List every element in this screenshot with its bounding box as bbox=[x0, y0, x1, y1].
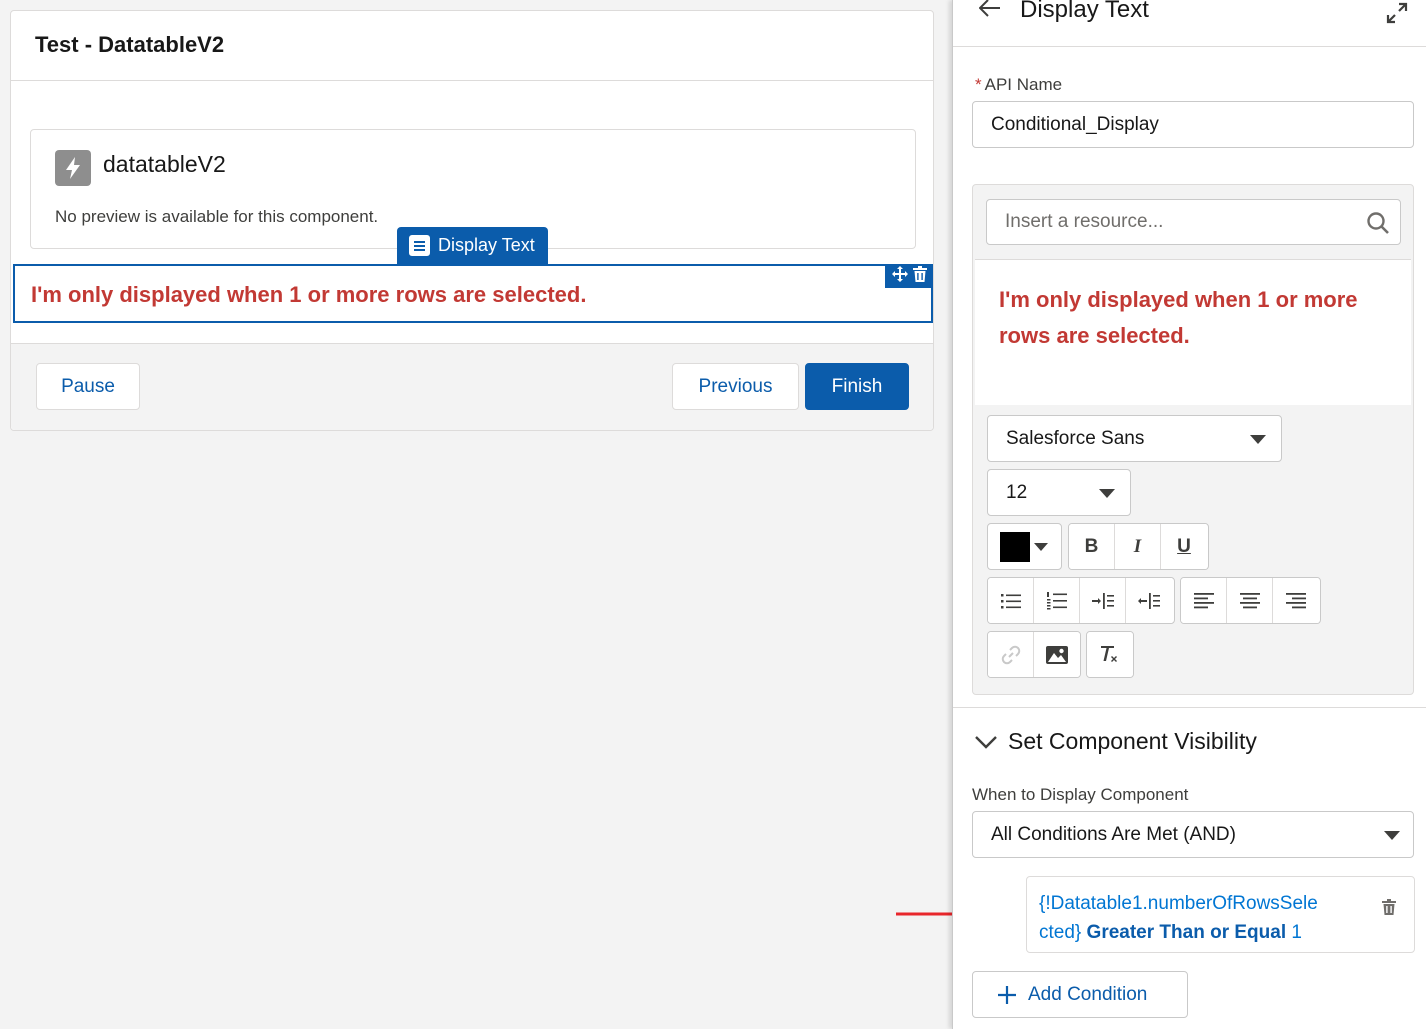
clear-format-group bbox=[1086, 631, 1134, 678]
panel-title: Display Text bbox=[1020, 0, 1149, 23]
chevron-down-icon bbox=[1384, 831, 1400, 840]
insert-resource-input[interactable]: Insert a resource... bbox=[986, 199, 1401, 245]
display-text-component[interactable]: I'm only displayed when 1 or more rows a… bbox=[13, 264, 933, 323]
display-text-content: I'm only displayed when 1 or more rows a… bbox=[31, 282, 587, 307]
component-preview-message: No preview is available for this compone… bbox=[55, 207, 379, 226]
numbered-list-icon[interactable] bbox=[1034, 578, 1080, 623]
alignment-group bbox=[1180, 577, 1321, 624]
section-divider bbox=[953, 707, 1426, 708]
plus-icon bbox=[998, 985, 1016, 1004]
rich-text-editor-content[interactable]: I'm only displayed when 1 or more rows a… bbox=[975, 259, 1411, 405]
condition-value: 1 bbox=[1291, 922, 1302, 943]
when-to-display-select[interactable]: All Conditions Are Met (AND) bbox=[972, 811, 1414, 858]
search-icon bbox=[1366, 211, 1390, 241]
chevron-down-icon bbox=[1250, 435, 1266, 444]
delete-icon[interactable] bbox=[912, 265, 927, 287]
font-size-select[interactable]: 12 bbox=[987, 469, 1131, 516]
rich-text-body: I'm only displayed when 1 or more rows a… bbox=[999, 287, 1358, 348]
chevron-down-icon[interactable] bbox=[975, 735, 997, 754]
component-name: datatableV2 bbox=[103, 151, 226, 177]
lightning-icon bbox=[55, 150, 91, 186]
condition-operator: Greater Than or Equal bbox=[1086, 922, 1287, 943]
align-center-icon[interactable] bbox=[1227, 578, 1273, 623]
pause-button[interactable]: Pause bbox=[36, 363, 140, 410]
add-condition-button[interactable]: Add Condition bbox=[972, 971, 1188, 1018]
font-family-select[interactable]: Salesforce Sans bbox=[987, 415, 1282, 462]
indent-icon[interactable] bbox=[1080, 578, 1126, 623]
condition-resource-line1: {!Datatable1.numberOfRowsSele bbox=[1039, 893, 1318, 914]
finish-button[interactable]: Finish bbox=[805, 363, 909, 410]
expand-icon[interactable] bbox=[1386, 2, 1408, 29]
outdent-icon[interactable] bbox=[1126, 578, 1172, 623]
rich-text-toolbar: Salesforce Sans 12 B I U bbox=[975, 405, 1411, 693]
move-icon[interactable] bbox=[891, 265, 908, 287]
api-name-input[interactable]: Conditional_Display bbox=[972, 101, 1414, 148]
component-tools bbox=[885, 264, 933, 288]
flow-canvas: Test - DatatableV2 datatableV2 No previe… bbox=[0, 0, 1018, 1029]
screen-card: Test - DatatableV2 datatableV2 No previe… bbox=[10, 10, 934, 431]
required-marker: * bbox=[975, 75, 982, 94]
align-left-icon[interactable] bbox=[1181, 578, 1227, 623]
back-arrow-icon[interactable] bbox=[978, 0, 1001, 23]
panel-header: Display Text bbox=[953, 0, 1426, 47]
image-icon[interactable] bbox=[1034, 632, 1080, 677]
selected-component-tag-label: Display Text bbox=[438, 235, 535, 255]
clear-formatting-icon[interactable] bbox=[1087, 632, 1133, 677]
text-color-picker[interactable] bbox=[987, 523, 1062, 570]
previous-button[interactable]: Previous bbox=[672, 363, 799, 410]
bullet-list-icon[interactable] bbox=[988, 578, 1034, 623]
screen-title: Test - DatatableV2 bbox=[35, 32, 225, 57]
visibility-condition[interactable]: {!Datatable1.numberOfRowsSele cted} Grea… bbox=[1026, 876, 1415, 953]
text-icon bbox=[409, 235, 430, 256]
selected-component-tag: Display Text bbox=[397, 227, 548, 264]
underline-icon[interactable]: U bbox=[1161, 524, 1207, 569]
rich-text-editor: Insert a resource... I'm only displayed … bbox=[972, 184, 1414, 695]
chevron-down-icon bbox=[1034, 542, 1048, 551]
when-to-display-label: When to Display Component bbox=[972, 785, 1189, 804]
color-swatch bbox=[1000, 531, 1030, 562]
api-name-label: * API Name bbox=[975, 75, 1063, 94]
text-style-group: B I U bbox=[1068, 523, 1209, 570]
insert-group bbox=[987, 631, 1081, 678]
delete-condition-icon[interactable] bbox=[1382, 895, 1396, 924]
property-panel: Display Text * API Name Conditional_Displ… bbox=[952, 0, 1426, 1029]
visibility-section-title[interactable]: Set Component Visibility bbox=[1008, 728, 1257, 755]
align-right-icon[interactable] bbox=[1273, 578, 1319, 623]
italic-icon[interactable]: I bbox=[1115, 524, 1161, 569]
screen-header: Test - DatatableV2 bbox=[11, 11, 933, 81]
list-indent-group bbox=[987, 577, 1175, 624]
link-icon[interactable] bbox=[988, 632, 1034, 677]
bold-icon[interactable]: B bbox=[1069, 524, 1115, 569]
screen-footer: Pause Previous Finish bbox=[11, 343, 933, 430]
chevron-down-icon bbox=[1099, 489, 1115, 498]
condition-resource-line2: cted} bbox=[1039, 922, 1082, 943]
